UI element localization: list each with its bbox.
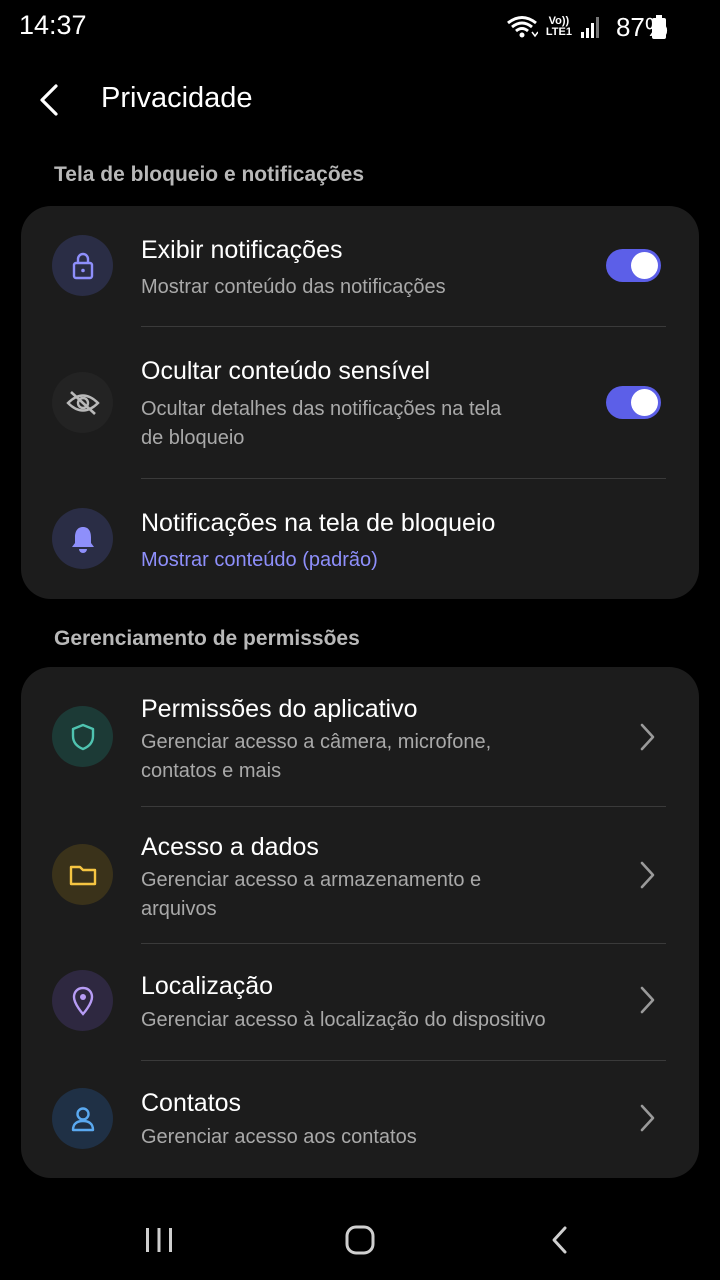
setting-show-notifications[interactable]: Exibir notificações Mostrar conteúdo das… [21, 206, 699, 327]
setting-title: Exibir notificações [141, 236, 343, 264]
setting-title: Acesso a dados [141, 833, 319, 861]
setting-title: Contatos [141, 1089, 242, 1117]
app-header: Privacidade [0, 56, 720, 146]
setting-title: Notificações na tela de bloqueio [141, 509, 496, 537]
home-button[interactable] [344, 1224, 376, 1256]
show-notifications-toggle[interactable] [606, 249, 661, 282]
chevron-right-icon [640, 1104, 655, 1132]
volte-indicator: Vo)) LTE1 [546, 16, 572, 38]
nav-back-button[interactable] [548, 1225, 572, 1255]
section-title-permissions: Gerenciamento de permissões [54, 627, 360, 650]
setting-subtitle: Ocultar detalhes das notificações na tel… [141, 398, 502, 449]
volte-bottom: LTE1 [545, 26, 572, 38]
chevron-right-icon [640, 986, 655, 1014]
section-title-lock-screen: Tela de bloqueio e notificações [54, 163, 365, 186]
shield-icon [52, 706, 113, 767]
setting-contacts[interactable]: Contatos Gerenciar acesso aos contatos [21, 1061, 699, 1178]
lock-screen-card: Exibir notificações Mostrar conteúdo das… [21, 206, 699, 599]
lock-icon [52, 235, 113, 296]
eye-off-icon [52, 372, 113, 433]
setting-location[interactable]: Localização Gerenciar acesso à localizaç… [21, 944, 699, 1060]
setting-title: Ocultar conteúdo sensível [141, 357, 431, 385]
chevron-right-icon [640, 861, 655, 889]
recents-button[interactable] [143, 1226, 175, 1254]
setting-subtitle: Gerenciar acesso a armazenamento e arqui… [141, 869, 482, 920]
setting-data-access[interactable]: Acesso a dados Gerenciar acesso a armaze… [21, 807, 699, 943]
setting-title: Permissões do aplicativo [141, 695, 418, 723]
setting-lock-screen-notifications[interactable]: Notificações na tela de bloqueio Mostrar… [21, 479, 699, 599]
hide-sensitive-content-toggle[interactable] [606, 386, 661, 419]
setting-subtitle: Gerenciar acesso a câmera, microfone, co… [141, 731, 492, 782]
status-bar: 14:37 Vo)) LTE1 87% [0, 0, 720, 56]
status-icons: Vo)) LTE1 87% [506, 8, 668, 46]
setting-subtitle: Gerenciar acesso aos contatos [141, 1126, 417, 1148]
bell-icon [52, 508, 113, 569]
permissions-card: Permissões do aplicativo Gerenciar acess… [21, 667, 699, 1178]
status-time: 14:37 [19, 10, 87, 40]
setting-subtitle: Mostrar conteúdo das notificações [141, 276, 446, 298]
setting-subtitle: Gerenciar acesso à localização do dispos… [141, 1009, 546, 1031]
battery-icon [652, 15, 666, 39]
chevron-right-icon [640, 723, 655, 751]
person-icon [52, 1088, 113, 1149]
signal-icon [580, 15, 602, 39]
folder-icon [52, 844, 113, 905]
setting-hide-sensitive-content[interactable]: Ocultar conteúdo sensível Ocultar detalh… [21, 327, 699, 479]
location-pin-icon [52, 970, 113, 1031]
chevron-left-icon [40, 84, 58, 116]
setting-app-permissions[interactable]: Permissões do aplicativo Gerenciar acess… [21, 667, 699, 806]
setting-value: Mostrar conteúdo (padrão) [141, 549, 378, 571]
back-button[interactable] [30, 78, 74, 122]
wifi-icon [506, 14, 538, 40]
page-title: Privacidade [101, 82, 253, 114]
navigation-bar [0, 1200, 720, 1280]
setting-title: Localização [141, 972, 274, 1000]
